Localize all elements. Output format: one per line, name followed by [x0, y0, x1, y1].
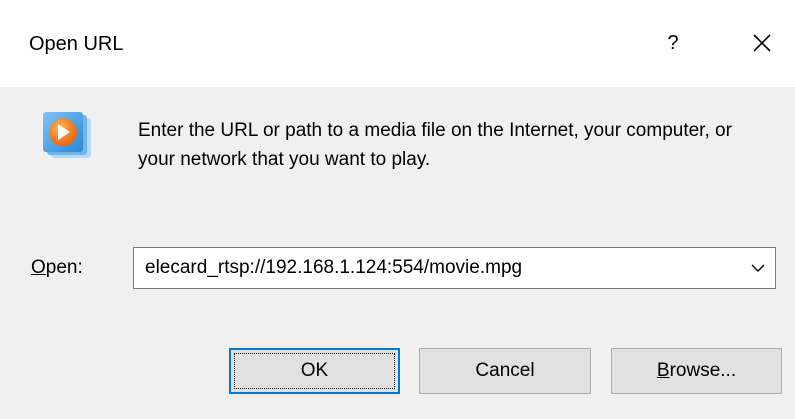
open-label-accelerator: O	[31, 257, 46, 278]
open-url-dialog: Open URL ? Enter the URL or path to a me…	[0, 0, 795, 419]
browse-button-label: rowse...	[669, 360, 737, 381]
open-label: Open:	[31, 257, 83, 279]
title-bar: Open URL ?	[0, 0, 795, 87]
open-label-text: pen:	[45, 257, 83, 278]
browse-button[interactable]: Browse...	[611, 348, 782, 394]
windows-media-player-icon	[43, 112, 91, 158]
dropdown-button[interactable]	[741, 248, 775, 288]
close-button[interactable]	[737, 20, 787, 66]
ok-button[interactable]: OK	[229, 348, 400, 394]
open-url-input[interactable]	[134, 248, 741, 288]
cancel-button[interactable]: Cancel	[419, 348, 591, 394]
close-icon	[753, 34, 771, 52]
dialog-title: Open URL	[29, 33, 124, 55]
instruction-text: Enter the URL or path to a media file on…	[138, 120, 732, 170]
browse-button-accelerator: B	[656, 360, 670, 381]
help-button[interactable]: ?	[648, 20, 698, 66]
chevron-down-icon	[751, 264, 765, 272]
cancel-button-label: Cancel	[475, 360, 535, 381]
ok-button-label: OK	[300, 360, 329, 381]
open-url-combobox[interactable]	[133, 247, 776, 289]
